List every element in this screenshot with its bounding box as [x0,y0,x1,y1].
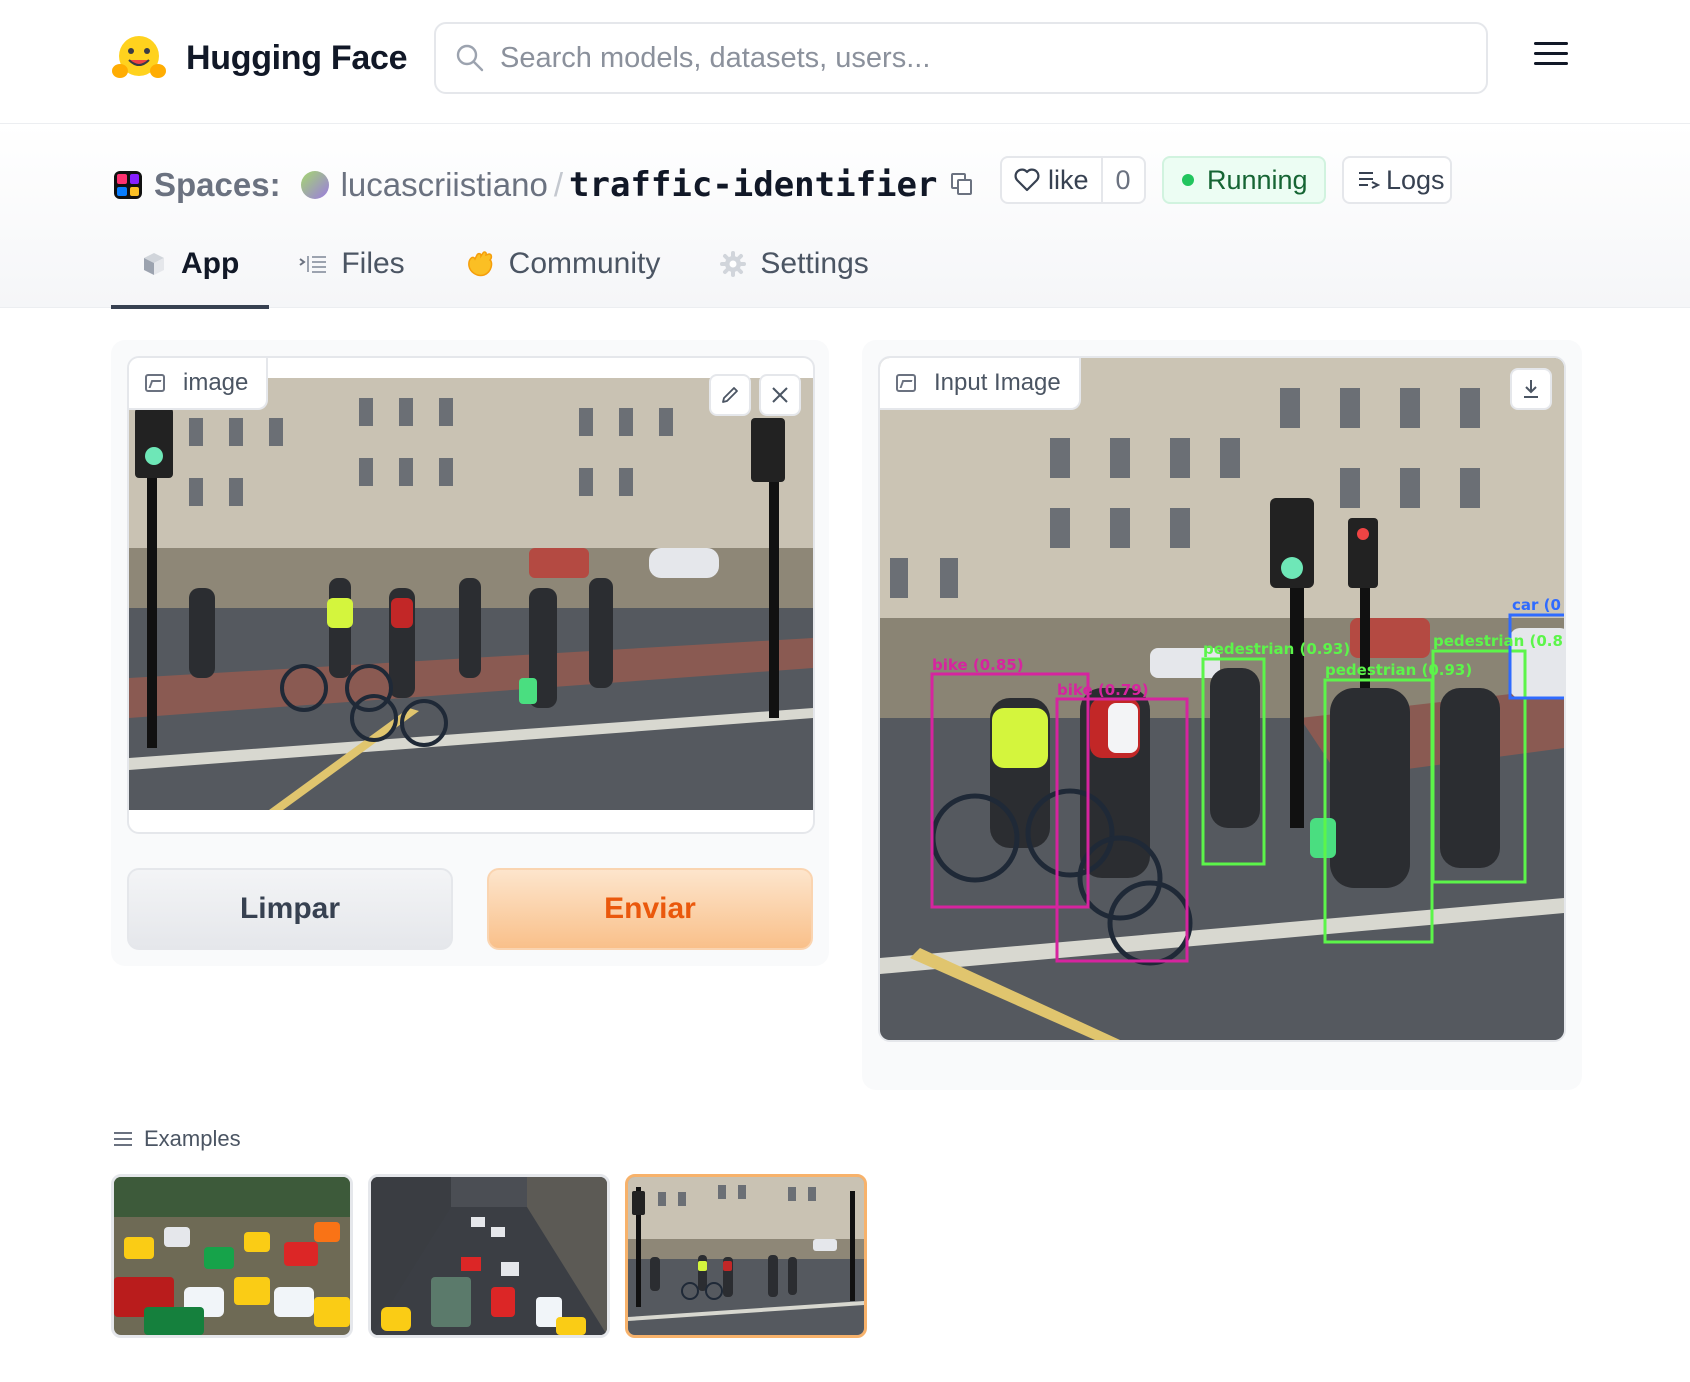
image-input[interactable]: image [127,356,815,834]
hugging-face-logo[interactable]: Hugging Face [112,33,407,83]
output-panel: Input Image bike (0.85) bike (0.79) pede… [862,340,1582,1090]
tab-settings[interactable]: Settings [690,220,898,308]
clear-button[interactable]: Limpar [127,868,453,950]
tab-app[interactable]: App [111,220,270,309]
detection-label-bike-2: bike (0.79) [1057,681,1149,699]
copy-icon[interactable] [951,173,975,197]
hamburger-icon[interactable] [1534,42,1568,74]
download-icon [1524,380,1538,398]
examples-gallery [111,1174,882,1338]
spaces-link[interactable]: Spaces: [154,166,281,204]
space-tabs: App Files Community Settings [111,220,899,309]
detection-label-pedestrian-2: pedestrian (0.93) [1325,661,1472,679]
like-label: like [1048,164,1089,195]
tab-app-label: App [181,247,240,280]
spaces-icon [114,171,142,199]
breadcrumb-separator: / [553,166,563,203]
status-label: Running [1207,164,1308,195]
breadcrumb: Spaces: lucascriistiano / traffic-identi… [114,160,975,210]
like-button[interactable]: like 0 [1000,156,1146,204]
community-icon [467,251,492,277]
top-navbar: Hugging Face [0,0,1690,124]
search-icon [456,44,484,72]
clear-image-button[interactable] [759,374,801,416]
hugging-face-emoji-icon [112,33,166,83]
logs-icon [1359,172,1380,189]
output-image: Input Image bike (0.85) bike (0.79) pede… [878,356,1566,1042]
image-input-label: image [129,358,269,410]
heart-icon [1014,168,1040,192]
image-icon [896,374,916,392]
list-icon [114,1132,132,1146]
edit-image-button[interactable] [709,374,751,416]
detection-label-pedestrian-1: pedestrian (0.93) [1203,640,1350,658]
detection-result-photo: bike (0.85) bike (0.79) pedestrian (0.93… [880,358,1564,1040]
uploaded-photo [129,378,813,810]
download-button[interactable] [1510,368,1552,410]
owner-link[interactable]: lucascriistiano [341,166,548,204]
status-badge[interactable]: Running [1162,156,1326,204]
logs-label: Logs [1386,164,1445,195]
tab-settings-label: Settings [760,247,869,280]
space-header: Spaces: lucascriistiano / traffic-identi… [0,124,1690,309]
close-icon [772,387,788,403]
logs-button[interactable]: Logs [1342,156,1452,204]
output-image-label: Input Image [880,358,1081,410]
like-count: 0 [1115,164,1131,195]
tab-files-label: Files [341,247,405,280]
search-bar[interactable] [434,22,1488,94]
example-thumbnail-traffic-jam[interactable] [111,1174,353,1338]
brand-name: Hugging Face [186,38,408,77]
owner-avatar [300,171,329,199]
submit-button[interactable]: Enviar [487,868,813,950]
image-icon [145,374,165,392]
examples-header: Examples [114,1126,241,1152]
tab-files[interactable]: Files [269,220,434,308]
pencil-icon [722,387,738,403]
tab-community[interactable]: Community [435,220,691,308]
cube-icon [144,253,164,275]
detection-label-bike-1: bike (0.85) [932,656,1024,674]
files-icon [299,256,327,273]
tab-community-label: Community [508,247,661,280]
space-name[interactable]: traffic-identifier [569,165,937,205]
detection-label-car: car (0 [1512,596,1561,614]
example-thumbnail-crosswalk[interactable] [625,1174,867,1338]
example-thumbnail-city-street[interactable] [368,1174,610,1338]
search-input[interactable] [500,41,1460,75]
status-dot-icon [1182,174,1194,186]
input-panel: image Limpar Enviar [111,340,829,966]
gear-icon [720,251,747,277]
detection-label-pedestrian-3: pedestrian (0.8 [1433,632,1563,650]
